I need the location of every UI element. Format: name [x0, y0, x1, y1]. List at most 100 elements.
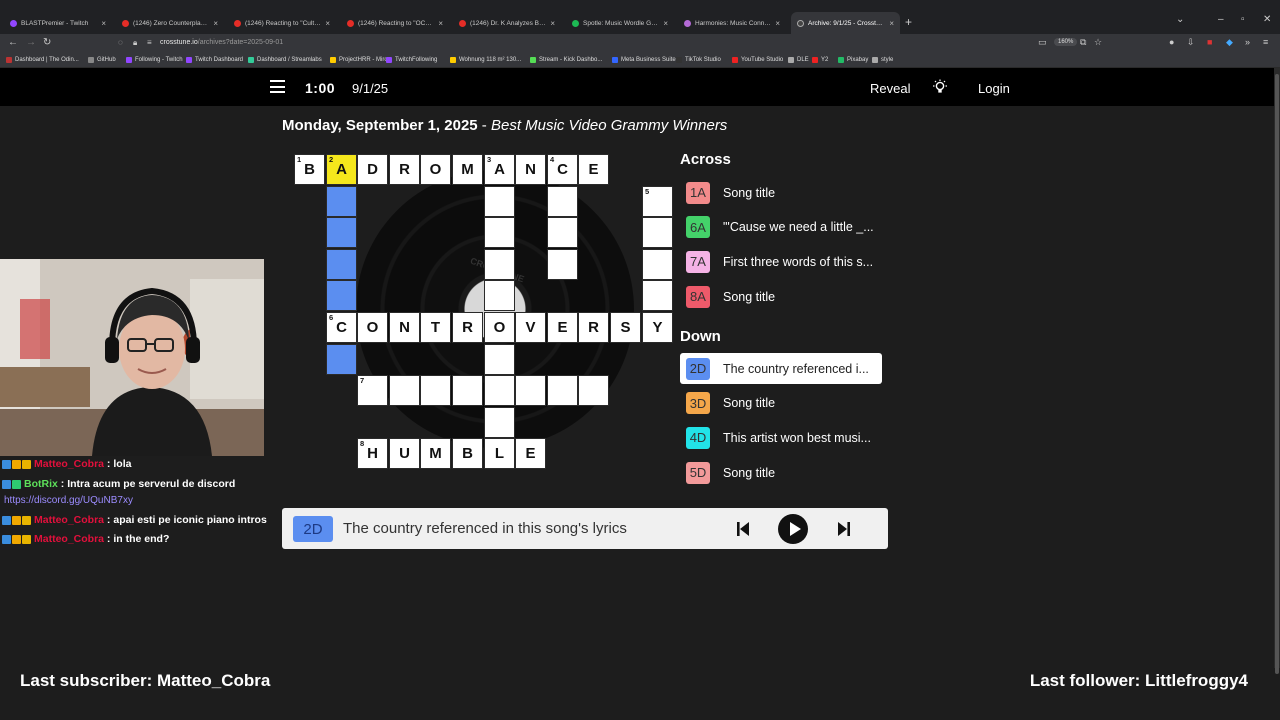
clue-4d[interactable]: 4D This artist won best musi...	[680, 422, 882, 453]
grid-cell[interactable]: M	[452, 154, 483, 185]
grid-cell[interactable]: E	[515, 438, 546, 469]
account-icon[interactable]: ●	[1169, 37, 1174, 47]
grid-cell[interactable]	[547, 375, 578, 406]
grid-cell[interactable]: V	[515, 312, 546, 343]
previous-track-icon[interactable]	[732, 518, 754, 540]
grid-cell[interactable]	[326, 344, 357, 375]
bookmark-item[interactable]: GitHub	[88, 57, 116, 63]
grid-cell[interactable]: 6C	[326, 312, 357, 343]
chat-username[interactable]: Matteo_Cobra	[34, 514, 104, 526]
tab-close-icon[interactable]: ×	[550, 19, 555, 28]
bookmark-item[interactable]: TwitchFollowing	[386, 57, 437, 63]
grid-cell[interactable]: 5	[642, 186, 673, 217]
grid-cell[interactable]: B	[452, 438, 483, 469]
grid-cell[interactable]: L	[484, 438, 515, 469]
clue-2d[interactable]: 2D The country referenced i...	[680, 353, 882, 384]
hamburger-menu-icon[interactable]	[270, 80, 285, 93]
menu-icon[interactable]: ≡	[1263, 37, 1268, 47]
bookmark-item[interactable]: DLE	[788, 57, 809, 63]
tab-search-icon[interactable]: ⌄	[1176, 14, 1184, 25]
grid-cell[interactable]: R	[452, 312, 483, 343]
bookmark-item[interactable]: Dashboard / Streamlabs	[248, 57, 322, 63]
lock-icon[interactable]: 🔒︎	[133, 38, 137, 48]
grid-cell[interactable]	[547, 217, 578, 248]
maximize-icon[interactable]: ▫	[1241, 14, 1245, 25]
clue-3d[interactable]: 3D Song title	[680, 388, 882, 419]
reader-icon[interactable]: ▭	[1038, 37, 1047, 48]
grid-cell[interactable]: O	[420, 154, 451, 185]
tab-close-icon[interactable]: ×	[101, 19, 106, 28]
grid-cell[interactable]	[484, 186, 515, 217]
grid-cell[interactable]	[484, 249, 515, 280]
grid-cell[interactable]: 3A	[484, 154, 515, 185]
bookmark-item[interactable]: Wohnung 118 m² 130...	[450, 57, 521, 63]
bookmark-item[interactable]: Stream - Kick Dashbo...	[530, 57, 602, 63]
grid-cell[interactable]: 1B	[294, 154, 325, 185]
login-button[interactable]: Login	[978, 81, 1010, 96]
bookmark-item[interactable]: YouTube Studio	[732, 57, 783, 63]
scrollbar-thumb[interactable]	[1275, 74, 1279, 674]
grid-cell[interactable]: T	[420, 312, 451, 343]
grid-cell[interactable]	[515, 375, 546, 406]
bookmark-item[interactable]: Dashboard | The Odin...	[6, 57, 79, 63]
tab-close-icon[interactable]: ×	[663, 19, 668, 28]
clue-1a[interactable]: 1A Song title	[680, 177, 882, 208]
tab-close-icon[interactable]: ×	[889, 19, 894, 28]
grid-cell[interactable]	[642, 280, 673, 311]
zoom-level[interactable]: 160%	[1054, 38, 1078, 46]
browser-tab[interactable]: Spotle: Music Wordle Game ×	[566, 14, 674, 32]
bookmark-item[interactable]: ProjectHRR - Miro	[330, 57, 388, 63]
grid-cell[interactable]: 8H	[357, 438, 388, 469]
back-icon[interactable]: ←	[8, 37, 18, 48]
grid-cell[interactable]	[642, 249, 673, 280]
grid-cell[interactable]: N	[389, 312, 420, 343]
bookmark-item[interactable]: Meta Business Suite	[612, 57, 676, 63]
browser-tab[interactable]: Harmonies: Music Connections×	[678, 14, 786, 32]
browser-tab[interactable]: (1246) Dr. K Analyzes Bobby Le×	[453, 14, 561, 32]
grid-cell[interactable]: R	[578, 312, 609, 343]
reload-icon[interactable]: ↻	[43, 37, 51, 48]
bookmark-item[interactable]: Pixabay	[838, 57, 868, 63]
bookmark-star-icon[interactable]: ☆	[1094, 37, 1102, 48]
page-scrollbar[interactable]	[1274, 68, 1280, 674]
grid-cell[interactable]: O	[484, 312, 515, 343]
grid-cell[interactable]	[420, 375, 451, 406]
grid-cell[interactable]: O	[357, 312, 388, 343]
grid-cell[interactable]: U	[389, 438, 420, 469]
grid-cell[interactable]	[484, 407, 515, 438]
play-button[interactable]	[778, 514, 808, 544]
grid-cell[interactable]: R	[389, 154, 420, 185]
grid-cell[interactable]	[547, 186, 578, 217]
grid-cell[interactable]: E	[547, 312, 578, 343]
overflow-chevron-icon[interactable]: »	[1245, 37, 1250, 47]
grid-cell[interactable]: N	[515, 154, 546, 185]
tab-close-icon[interactable]: ×	[775, 19, 780, 28]
bookmark-item[interactable]: Twitch Dashboard	[186, 57, 243, 63]
browser-tab[interactable]: (1246) Reacting to "OCTANE" by ×	[341, 14, 449, 32]
grid-cell[interactable]: D	[357, 154, 388, 185]
grid-cell[interactable]: E	[578, 154, 609, 185]
grid-cell[interactable]	[547, 249, 578, 280]
bookmark-item[interactable]: Following - Twitch	[126, 57, 183, 63]
minimize-icon[interactable]: –	[1218, 14, 1224, 25]
extension-icon[interactable]: ■	[1207, 37, 1212, 47]
grid-cell[interactable]	[389, 375, 420, 406]
grid-cell[interactable]: S	[610, 312, 641, 343]
grid-cell[interactable]: Y	[642, 312, 673, 343]
chat-username[interactable]: BotRix	[24, 478, 58, 490]
tab-close-icon[interactable]: ×	[213, 19, 218, 28]
bookmark-item[interactable]: style	[872, 57, 893, 63]
tab-close-icon[interactable]: ×	[438, 19, 443, 28]
clue-7a[interactable]: 7A First three words of this s...	[680, 246, 882, 277]
grid-cell[interactable]	[578, 375, 609, 406]
grid-cell[interactable]: 7	[357, 375, 388, 406]
downloads-icon[interactable]: ⇩	[1187, 37, 1195, 48]
grid-cell[interactable]: 2A	[326, 154, 357, 185]
clue-8a[interactable]: 8A Song title	[680, 281, 882, 312]
chat-username[interactable]: Matteo_Cobra	[34, 533, 104, 545]
grid-cell[interactable]	[326, 217, 357, 248]
grid-cell[interactable]	[326, 280, 357, 311]
browser-tab[interactable]: (1246) Reacting to "Culture" by ×	[228, 14, 336, 32]
grid-cell[interactable]	[484, 280, 515, 311]
bookmark-item[interactable]: Y2	[812, 57, 828, 63]
